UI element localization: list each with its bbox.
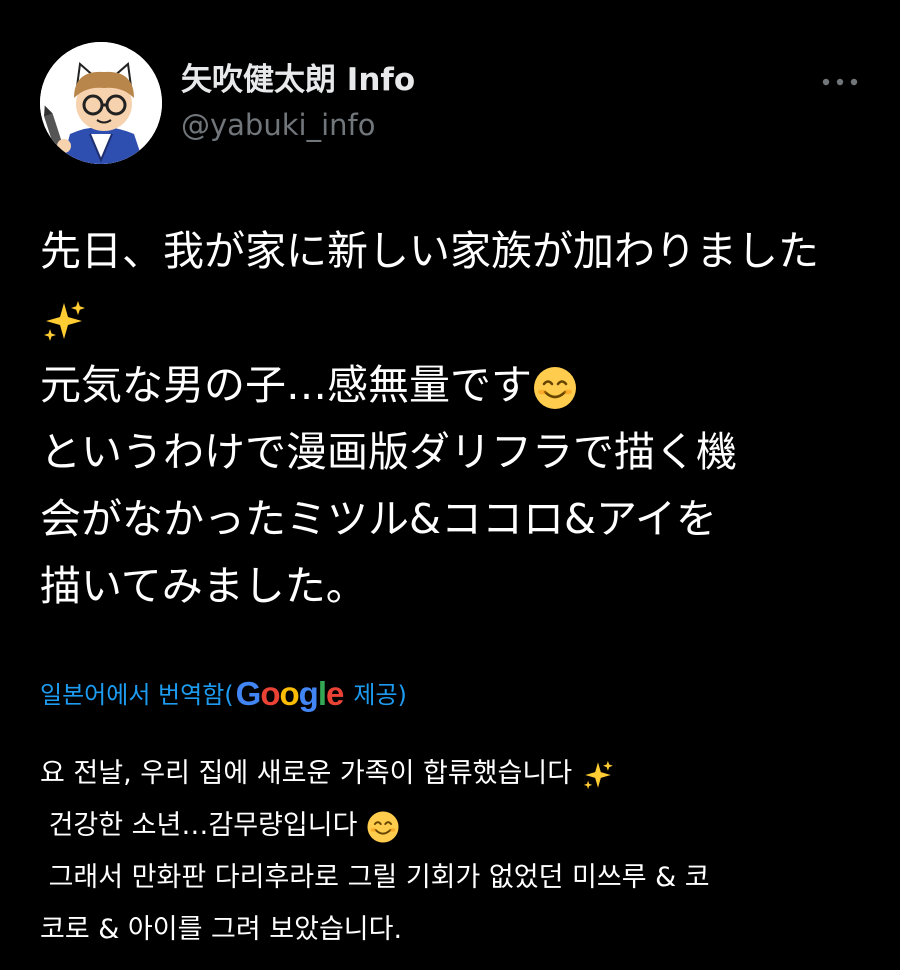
avatar[interactable] [40, 42, 162, 164]
smiling-face-icon [532, 365, 578, 411]
translated-line: 요 전날, 우리 집에 새로운 가족이 합류했습니다 [40, 748, 880, 800]
google-letter: g [298, 675, 319, 712]
smiling-face-icon [366, 810, 400, 844]
sparkles-icon [581, 758, 615, 792]
tweet-line: 描いてみました。 [40, 553, 870, 620]
translated-text: 요 전날, 우리 집에 새로운 가족이 합류했습니다 건강한 소년…감무량입니다 [40, 748, 880, 956]
google-letter: o [279, 675, 299, 712]
tweet-line: というわけで漫画版ダリフラで描く機 [40, 419, 870, 486]
translated-line-text: 그래서 만화판 다리후라로 그릴 기회가 없었던 미쓰루 & 코 [40, 862, 710, 893]
author-display-name[interactable]: 矢吹健太朗 Info [181, 60, 415, 100]
tweet-line: 元気な男の子…感無量です [40, 352, 870, 419]
more-horizontal-icon [822, 78, 858, 86]
more-options-button[interactable] [818, 64, 862, 100]
tweet-line: 先日、我が家に新しい家族が加わりました [40, 218, 870, 285]
tweet-line-text: 元気な男の子…感無量です [40, 361, 532, 409]
sparkles-icon [40, 297, 88, 345]
translation-prefix: 일본어에서 번역함( [40, 681, 234, 709]
tweet-line-text: 描いてみました。 [40, 562, 367, 610]
google-letter: G [235, 675, 262, 712]
google-letter: l [317, 675, 327, 712]
translated-line-text: 코로 & 아이를 그려 보았습니다. [40, 914, 403, 945]
avatar-illustration [40, 42, 162, 164]
tweet-line-text: というわけで漫画版ダリフラで描く機 [40, 428, 737, 476]
tweet-line [40, 285, 870, 352]
translated-line: 그래서 만화판 다리후라로 그릴 기회가 없었던 미쓰루 & 코 [40, 852, 880, 904]
translated-line: 코로 & 아이를 그려 보았습니다. [40, 904, 880, 956]
translation-attribution-link[interactable]: 일본어에서 번역함(Google 제공) [40, 672, 407, 717]
google-letter: e [326, 675, 344, 712]
translated-line-text: 건강한 소년…감무량입니다 [40, 810, 358, 841]
google-letter: o [260, 675, 280, 712]
tweet-line-text: 会がなかったミツル&ココロ&アイを [40, 495, 717, 543]
translation-suffix: 제공) [353, 681, 407, 709]
tweet-card: 矢吹健太朗 Info @yabuki_info 先日、我が家に新しい家族が加わり… [0, 0, 900, 970]
tweet-line-text: 先日、我が家に新しい家族が加わりました [40, 227, 819, 275]
translated-line-text: 요 전날, 우리 집에 새로운 가족이 합류했습니다 [40, 758, 573, 789]
tweet-line: 会がなかったミツル&ココロ&アイを [40, 486, 870, 553]
author-handle[interactable]: @yabuki_info [181, 106, 375, 144]
google-logo: Google [235, 675, 345, 712]
translated-line: 건강한 소년…감무량입니다 [40, 800, 880, 852]
tweet-text: 先日、我が家に新しい家族が加わりました 元気な男の子…感無量です というわけで漫… [40, 218, 870, 620]
